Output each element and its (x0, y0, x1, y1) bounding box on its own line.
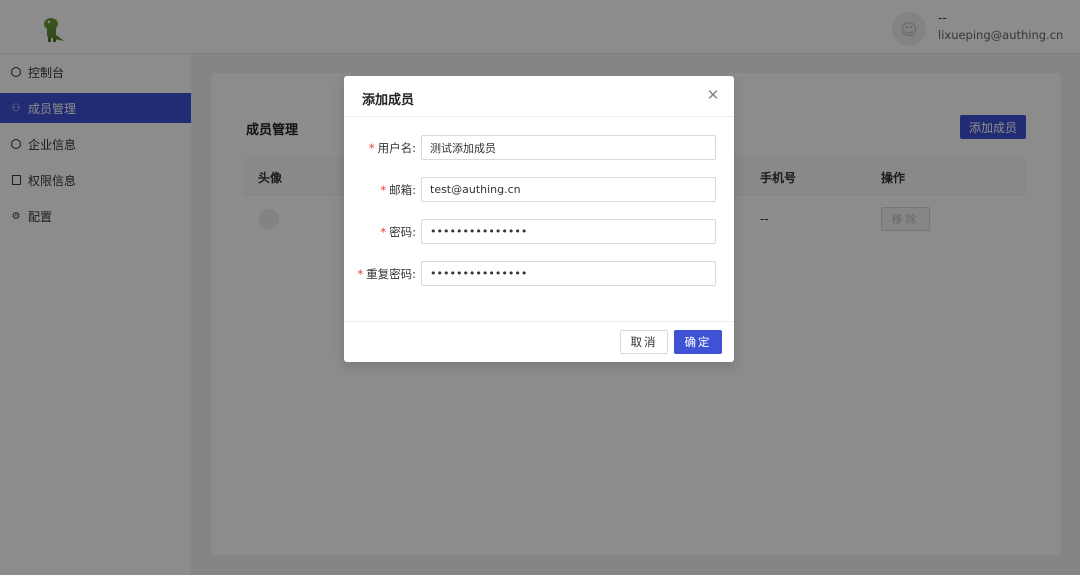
required-mark: * (368, 141, 375, 155)
password-label: * 密码: (380, 225, 416, 239)
cancel-button[interactable]: 取消 (620, 330, 668, 354)
email-field[interactable] (421, 177, 716, 202)
username-field[interactable] (421, 135, 716, 160)
email-label: * 邮箱: (380, 183, 416, 197)
email-row: * 邮箱: (344, 177, 734, 203)
dialog-footer: 取消 确定 (344, 321, 734, 362)
confirm-password-field[interactable] (421, 261, 716, 286)
username-label: * 用户名: (368, 141, 416, 155)
add-member-dialog: 添加成员 ✕ *用户名: *邮箱: *密码: *重复密码: 取消 确定 (344, 76, 734, 362)
required-mark: * (357, 267, 364, 281)
required-mark: * (380, 183, 387, 197)
username-row: * 用户名: (344, 135, 734, 161)
dialog-title: 添加成员 (362, 93, 415, 108)
dialog-header: 添加成员 ✕ (344, 76, 734, 117)
password-field[interactable] (421, 219, 716, 244)
confirm-password-row: * 重复密码: (344, 261, 734, 287)
close-icon[interactable]: ✕ (704, 87, 722, 105)
required-mark: * (380, 225, 387, 239)
confirm-password-label: * 重复密码: (357, 267, 416, 281)
confirm-button[interactable]: 确定 (674, 330, 722, 354)
password-row: * 密码: (344, 219, 734, 245)
